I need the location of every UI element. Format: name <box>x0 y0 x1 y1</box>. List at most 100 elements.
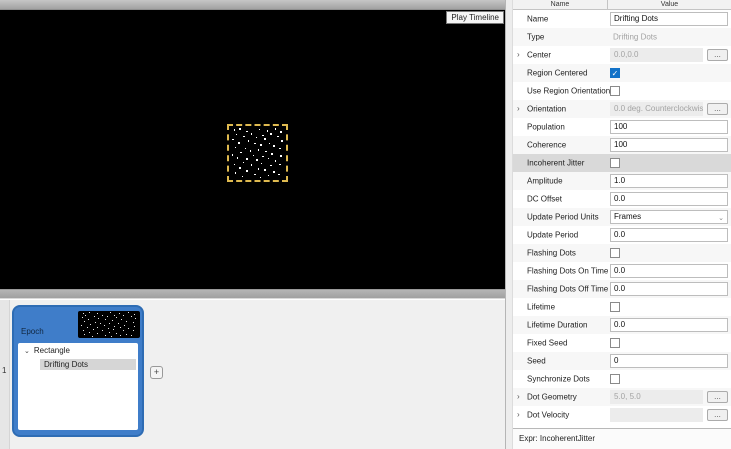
property-row-dot-velocity[interactable]: ›Dot Velocity... <box>513 406 731 424</box>
canvas-top-scrollbar[interactable] <box>0 0 505 10</box>
property-row-orientation[interactable]: ›Orientation0.0 deg. Counterclockwise... <box>513 100 731 118</box>
ellipsis-button[interactable]: ... <box>707 409 728 421</box>
tree-item-rectangle[interactable]: ⌄Rectangle <box>24 346 70 355</box>
dot <box>275 160 277 162</box>
property-label: Update Period <box>527 231 578 240</box>
checkbox-unchecked[interactable] <box>610 248 620 258</box>
column-header-value[interactable]: Value <box>608 0 731 9</box>
dot <box>121 319 122 320</box>
preview-canvas[interactable]: Play Timeline <box>0 10 505 289</box>
property-row-use-region-orientation[interactable]: Use Region Orientation <box>513 82 731 100</box>
dot <box>116 317 117 318</box>
dot <box>253 155 255 157</box>
dot <box>105 335 106 336</box>
canvas-bottom-scrollbar[interactable] <box>0 289 505 299</box>
dot <box>277 136 279 138</box>
property-row-update-period[interactable]: Update Period 0.0 <box>513 226 731 244</box>
property-input[interactable]: 100 <box>610 138 728 152</box>
property-row-flashing-dots-off-time[interactable]: Flashing Dots Off Time0.0 <box>513 280 731 298</box>
expand-chevron-icon[interactable]: › <box>517 411 520 419</box>
dot <box>271 153 273 155</box>
property-row-population[interactable]: Population100 <box>513 118 731 136</box>
property-row-type[interactable]: TypeDrifting Dots <box>513 28 731 46</box>
property-label: DC Offset <box>527 195 562 204</box>
column-header-name[interactable]: Name <box>513 0 608 9</box>
chevron-down-icon[interactable]: ⌄ <box>24 347 30 355</box>
dot <box>248 140 250 142</box>
property-label: Flashing Dots On Time <box>527 267 608 276</box>
dot <box>82 317 83 318</box>
property-label: Center <box>527 51 551 60</box>
property-input[interactable]: 0 <box>610 354 728 368</box>
property-input[interactable]: 1.0 <box>610 174 728 188</box>
checkbox-unchecked[interactable] <box>610 86 620 96</box>
expand-chevron-icon[interactable]: › <box>517 105 520 113</box>
panel-splitter[interactable] <box>505 0 513 449</box>
property-row-synchronize-dots[interactable]: Synchronize Dots <box>513 370 731 388</box>
dot <box>258 168 260 170</box>
property-row-lifetime-duration[interactable]: Lifetime Duration 0.0 <box>513 316 731 334</box>
property-input[interactable]: 0.0 <box>610 228 728 242</box>
expand-chevron-icon[interactable]: › <box>517 51 520 59</box>
property-row-center[interactable]: › Center 0.0,0.0... <box>513 46 731 64</box>
checkbox-checked[interactable]: ✓ <box>610 68 620 78</box>
property-row-name[interactable]: Name Drifting Dots <box>513 10 731 28</box>
property-label: Amplitude <box>527 177 563 186</box>
property-row-dot-geometry[interactable]: ›Dot Geometry5.0, 5.0... <box>513 388 731 406</box>
property-input[interactable]: 0.0 <box>610 264 728 278</box>
dot <box>120 335 121 336</box>
property-label: Name <box>527 15 548 24</box>
dropdown-selected-value: Frames <box>614 212 641 221</box>
property-row-flashing-dots[interactable]: Flashing Dots <box>513 244 731 262</box>
dot <box>240 152 242 154</box>
track-number: 1 <box>2 366 6 375</box>
property-row-amplitude[interactable]: Amplitude 1.0 <box>513 172 731 190</box>
checkbox-unchecked[interactable] <box>610 374 620 384</box>
dot <box>280 131 282 133</box>
dot <box>131 316 132 317</box>
ellipsis-button[interactable]: ... <box>707 391 728 403</box>
property-row-coherence[interactable]: Coherence100 <box>513 136 731 154</box>
epoch-card[interactable]: Epoch ⌄Rectangle Drifting Dots <box>12 305 144 437</box>
checkbox-unchecked[interactable] <box>610 302 620 312</box>
property-readonly-value: 0.0,0.0 <box>610 48 703 62</box>
dot <box>250 150 252 152</box>
property-row-lifetime[interactable]: Lifetime <box>513 298 731 316</box>
dot <box>135 318 136 319</box>
property-input[interactable]: 0.0 <box>610 192 728 206</box>
property-input[interactable]: 0.0 <box>610 282 728 296</box>
dot <box>267 130 269 132</box>
property-label: Lifetime Duration <box>527 321 587 330</box>
ellipsis-button[interactable]: ... <box>707 49 728 61</box>
checkbox-unchecked[interactable] <box>610 158 620 168</box>
play-timeline-button[interactable]: Play Timeline <box>446 11 504 24</box>
ellipsis-button[interactable]: ... <box>707 103 728 115</box>
property-row-dc-offset[interactable]: DC Offset 0.0 <box>513 190 731 208</box>
stimulus-selection-marquee[interactable] <box>227 124 288 182</box>
drifting-dots-stimulus[interactable] <box>227 124 288 182</box>
dot <box>254 143 256 145</box>
property-dropdown[interactable]: Frames⌄ <box>610 210 728 224</box>
dot <box>105 319 106 320</box>
property-row-incoherent-jitter[interactable]: Incoherent Jitter <box>513 154 731 172</box>
dot <box>123 330 124 331</box>
expand-chevron-icon[interactable]: › <box>517 393 520 401</box>
property-input[interactable]: 100 <box>610 120 728 134</box>
add-epoch-button[interactable]: + <box>150 366 163 379</box>
property-row-flashing-dots-on-time[interactable]: Flashing Dots On Time0.0 <box>513 262 731 280</box>
dot <box>102 315 103 316</box>
dot <box>128 312 129 313</box>
dot <box>254 174 256 176</box>
dot <box>243 136 245 138</box>
checkbox-unchecked[interactable] <box>610 338 620 348</box>
dot <box>273 171 275 173</box>
property-row-region-centered[interactable]: Region Centered✓ <box>513 64 731 82</box>
property-input[interactable]: Drifting Dots <box>610 12 728 26</box>
tree-item-drifting-dots[interactable]: Drifting Dots <box>40 359 136 370</box>
dot <box>89 332 90 333</box>
epoch-thumbnail <box>78 311 140 338</box>
property-row-fixed-seed[interactable]: Fixed Seed <box>513 334 731 352</box>
property-input[interactable]: 0.0 <box>610 318 728 332</box>
property-row-seed[interactable]: Seed0 <box>513 352 731 370</box>
property-row-update-period-units[interactable]: Update Period UnitsFrames⌄ <box>513 208 731 226</box>
